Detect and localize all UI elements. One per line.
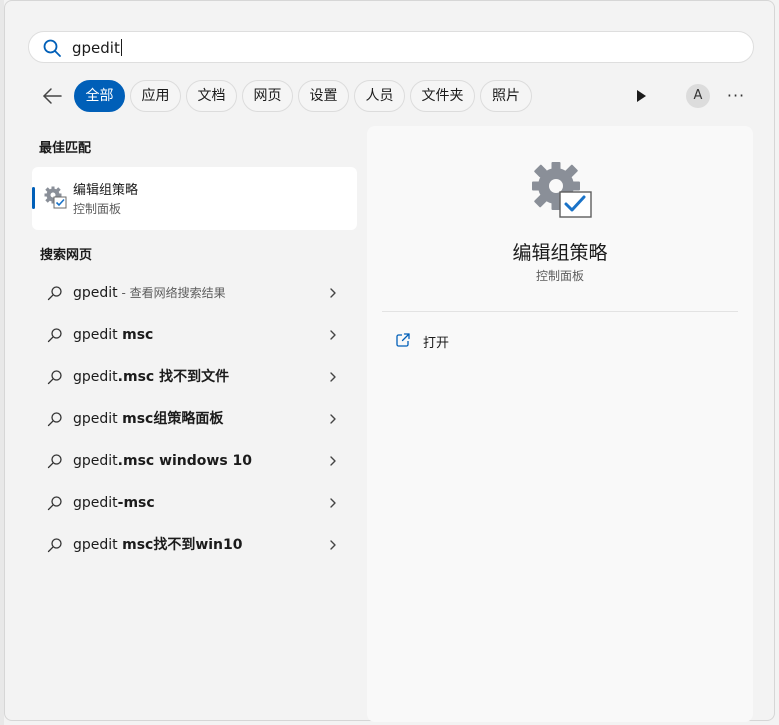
web-result-text: gpedit msc组策略面板 <box>73 411 224 427</box>
chevron-right-icon <box>330 540 336 550</box>
best-match-heading: 最佳匹配 <box>39 141 92 156</box>
group-policy-icon <box>44 186 67 209</box>
chevron-right-icon <box>330 330 336 340</box>
tab-apps[interactable]: 应用 <box>130 80 181 112</box>
search-query: gpedit <box>72 39 122 57</box>
best-match-subtitle: 控制面板 <box>73 202 122 216</box>
search-icon <box>47 538 62 553</box>
chevron-right-icon <box>330 288 336 298</box>
web-result-item[interactable]: gpedit msc找不到win10 <box>32 525 357 565</box>
tab-people[interactable]: 人员 <box>354 80 405 112</box>
search-input[interactable]: gpedit <box>28 31 754 63</box>
search-icon <box>47 454 62 469</box>
web-result-item[interactable]: gpedit msc组策略面板 <box>32 399 357 439</box>
open-external-icon <box>396 333 410 347</box>
chevron-right-icon <box>330 414 336 424</box>
web-result-text: gpedit - 查看网络搜索结果 <box>73 285 226 301</box>
web-result-text: gpedit msc找不到win10 <box>73 537 243 553</box>
tab-photos[interactable]: 照片 <box>480 80 532 112</box>
search-icon <box>47 286 62 301</box>
play-icon[interactable] <box>634 88 648 104</box>
group-policy-icon <box>532 162 592 218</box>
tab-web[interactable]: 网页 <box>242 80 293 112</box>
best-match-item[interactable]: 编辑组策略 控制面板 <box>32 167 357 230</box>
detail-subtitle: 控制面板 <box>535 269 584 283</box>
best-match-title: 编辑组策略 <box>73 183 139 198</box>
avatar[interactable]: A <box>686 84 710 108</box>
tab-documents[interactable]: 文档 <box>186 80 237 112</box>
tab-settings[interactable]: 设置 <box>298 80 349 112</box>
web-result-item[interactable]: gpedit msc <box>32 315 357 355</box>
search-icon <box>47 496 62 511</box>
more-options-button[interactable]: ··· <box>725 86 747 106</box>
web-result-item[interactable]: gpedit.msc 找不到文件 <box>32 357 357 397</box>
chevron-right-icon <box>330 498 336 508</box>
web-result-text: gpedit.msc windows 10 <box>73 453 253 469</box>
search-icon <box>47 412 62 427</box>
web-result-text: gpedit.msc 找不到文件 <box>73 369 230 385</box>
web-result-item[interactable]: gpedit-msc <box>32 483 357 523</box>
chevron-right-icon <box>330 456 336 466</box>
filter-bar: 全部 应用 文档 网页 设置 人员 文件夹 照片 A ··· <box>0 80 779 112</box>
search-icon <box>43 39 61 57</box>
web-search-heading: 搜索网页 <box>40 248 93 263</box>
web-result-text: gpedit msc <box>73 327 154 343</box>
detail-title: 编辑组策略 <box>512 242 608 264</box>
detail-pane: 编辑组策略 控制面板 打开 <box>367 126 753 722</box>
web-result-text: gpedit-msc <box>73 495 155 511</box>
open-action[interactable]: 打开 <box>382 326 738 356</box>
search-icon <box>47 328 62 343</box>
text-caret <box>120 39 122 56</box>
selection-indicator <box>32 187 35 209</box>
chevron-right-icon <box>330 372 336 382</box>
search-icon <box>47 370 62 385</box>
tab-all[interactable]: 全部 <box>74 80 125 112</box>
tab-folders[interactable]: 文件夹 <box>410 80 475 112</box>
web-result-item[interactable]: gpedit - 查看网络搜索结果 <box>32 273 357 313</box>
back-arrow-icon[interactable] <box>40 84 64 108</box>
web-result-item[interactable]: gpedit.msc windows 10 <box>32 441 357 481</box>
divider <box>382 311 738 312</box>
open-action-label: 打开 <box>423 336 450 351</box>
